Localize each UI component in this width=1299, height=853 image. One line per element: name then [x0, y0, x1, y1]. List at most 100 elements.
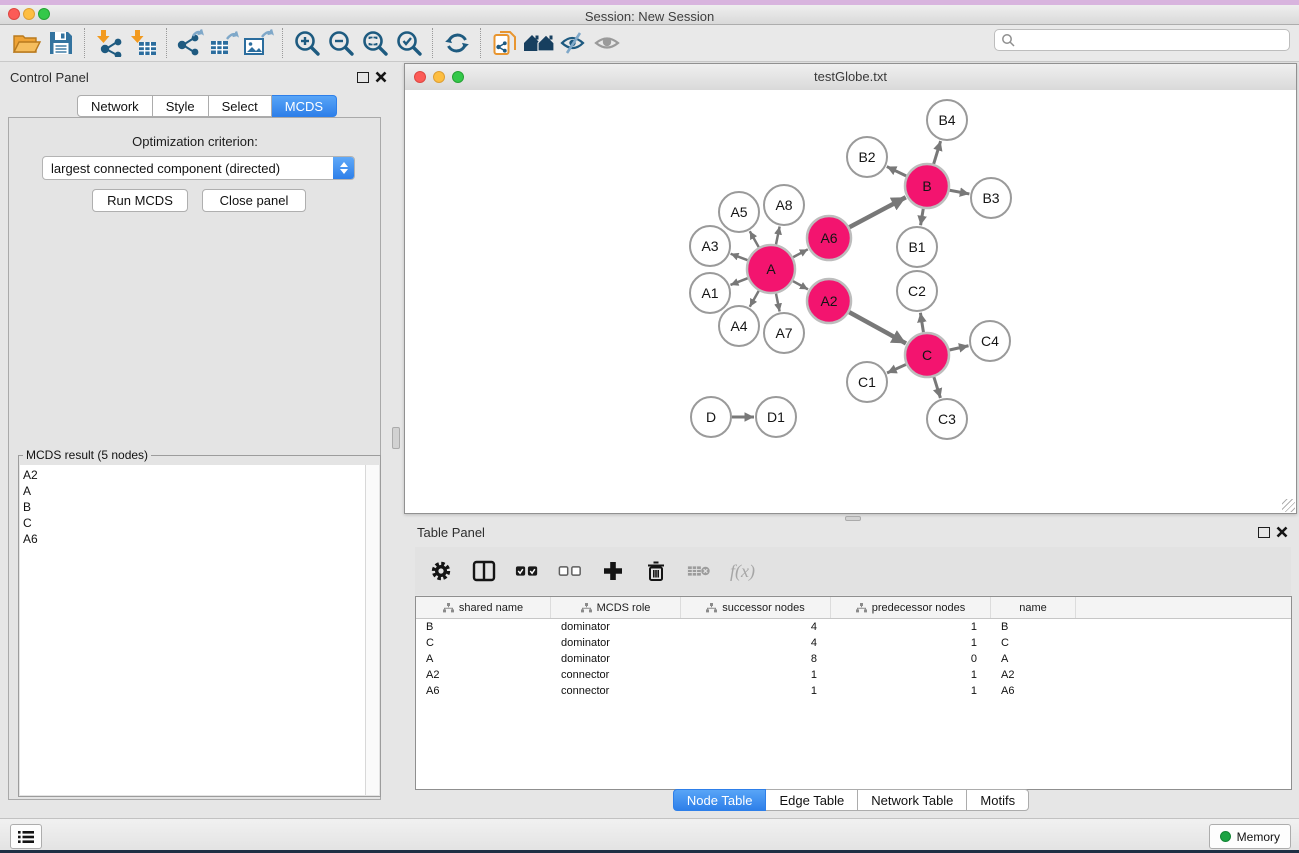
tab-network[interactable]: Network [77, 95, 153, 117]
tab-motifs[interactable]: Motifs [967, 789, 1029, 811]
export-network-button[interactable] [174, 27, 208, 59]
network-edge-A-A2[interactable] [793, 281, 808, 289]
table-cell[interactable]: 1 [831, 685, 991, 697]
table-cell[interactable]: A2 [991, 669, 1076, 681]
column-header-name[interactable]: name [991, 597, 1076, 618]
table-cell[interactable]: A6 [991, 685, 1076, 697]
table-row[interactable]: Bdominator41B [416, 619, 1291, 635]
column-header-shared-name[interactable]: shared name [416, 597, 551, 618]
create-column-button[interactable] [601, 559, 625, 583]
network-edge-A-A8[interactable] [776, 227, 780, 245]
network-edge-B-B3[interactable] [950, 190, 970, 194]
control-panel-close-button[interactable] [375, 71, 387, 83]
duplicate-network-button[interactable] [488, 27, 522, 59]
network-edge-A-A7[interactable] [776, 293, 780, 311]
search-input[interactable] [1015, 32, 1289, 48]
network-node-B[interactable]: B [905, 164, 949, 208]
function-builder-button[interactable]: f(x) [730, 561, 755, 582]
table-cell[interactable]: C [991, 637, 1076, 649]
mcds-result-list[interactable]: A2ABCA6 [20, 465, 366, 795]
delete-column-button[interactable] [644, 559, 668, 583]
mcds-result-item[interactable]: A6 [23, 531, 366, 547]
main-titlebar[interactable]: Session: New Session [0, 5, 1299, 25]
table-cell[interactable]: C [416, 637, 551, 649]
table-row[interactable]: Adominator80A [416, 651, 1291, 667]
select-all-columns-button[interactable] [515, 559, 539, 583]
table-panel-float-button[interactable] [1258, 527, 1270, 538]
table-cell[interactable]: connector [551, 669, 681, 681]
table-cell[interactable]: 1 [831, 669, 991, 681]
table-cell[interactable]: A6 [416, 685, 551, 697]
toggle-graphics-details-button[interactable] [556, 27, 590, 59]
network-edge-A6-B[interactable] [849, 197, 905, 227]
tab-select[interactable]: Select [209, 95, 272, 117]
table-cell[interactable]: 8 [681, 653, 831, 665]
table-cell[interactable]: A [991, 653, 1076, 665]
network-edge-A-A1[interactable] [730, 278, 747, 285]
criterion-dropdown[interactable]: largest connected component (directed) [42, 156, 355, 180]
tab-style[interactable]: Style [153, 95, 209, 117]
table-row[interactable]: A2connector11A2 [416, 667, 1291, 683]
node-table[interactable]: shared nameMCDS rolesuccessor nodesprede… [415, 596, 1292, 790]
export-table-button[interactable] [208, 27, 242, 59]
network-node-C3[interactable]: C3 [927, 399, 967, 439]
network-edge-B-B1[interactable] [921, 209, 924, 226]
zoom-selected-button[interactable] [392, 27, 426, 59]
network-edge-A-A5[interactable] [750, 231, 759, 247]
zoom-fit-button[interactable] [358, 27, 392, 59]
table-cell[interactable]: B [416, 621, 551, 633]
network-edge-A-A6[interactable] [793, 249, 808, 257]
column-header-predecessor-nodes[interactable]: predecessor nodes [831, 597, 991, 618]
table-panel-close-button[interactable] [1276, 526, 1288, 538]
network-edge-C-C2[interactable] [920, 313, 923, 333]
zoom-out-button[interactable] [324, 27, 358, 59]
network-node-A7[interactable]: A7 [764, 313, 804, 353]
save-session-button[interactable] [44, 27, 78, 59]
table-cell[interactable]: 4 [681, 621, 831, 633]
network-edge-C-C4[interactable] [949, 346, 968, 350]
tab-mcds[interactable]: MCDS [272, 95, 337, 117]
table-cell[interactable]: dominator [551, 653, 681, 665]
table-cell[interactable]: 1 [831, 637, 991, 649]
home-button[interactable] [522, 27, 556, 59]
network-node-A4[interactable]: A4 [719, 306, 759, 346]
search-field[interactable] [994, 29, 1290, 51]
network-node-B2[interactable]: B2 [847, 137, 887, 177]
table-row[interactable]: Cdominator41C [416, 635, 1291, 651]
network-node-A2[interactable]: A2 [807, 279, 851, 323]
network-node-D1[interactable]: D1 [756, 397, 796, 437]
network-node-C2[interactable]: C2 [897, 271, 937, 311]
vertical-splitter-handle[interactable] [392, 427, 400, 449]
control-panel-float-button[interactable] [357, 72, 369, 83]
table-cell[interactable]: A2 [416, 669, 551, 681]
unselect-all-columns-button[interactable] [558, 559, 582, 583]
network-node-A5[interactable]: A5 [719, 192, 759, 232]
table-cell[interactable]: dominator [551, 621, 681, 633]
tab-network-table[interactable]: Network Table [858, 789, 967, 811]
network-canvas[interactable]: B4B2BB3A5A8A6A3B1AA1C2A2A4A7C4CC1C3DD1 [405, 90, 1296, 513]
network-node-C4[interactable]: C4 [970, 321, 1010, 361]
table-cell[interactable]: B [991, 621, 1076, 633]
network-node-B1[interactable]: B1 [897, 227, 937, 267]
refresh-layout-button[interactable] [440, 27, 474, 59]
eye-button[interactable] [590, 27, 624, 59]
network-edge-A-A3[interactable] [731, 254, 748, 260]
mcds-result-item[interactable]: A2 [23, 467, 366, 483]
table-cell[interactable]: connector [551, 685, 681, 697]
column-header-successor-nodes[interactable]: successor nodes [681, 597, 831, 618]
network-edge-C-C1[interactable] [887, 364, 906, 373]
mcds-result-item[interactable]: B [23, 499, 366, 515]
network-edge-A2-C[interactable] [849, 312, 906, 343]
network-node-C1[interactable]: C1 [847, 362, 887, 402]
network-node-A1[interactable]: A1 [690, 273, 730, 313]
table-cell[interactable]: 1 [681, 669, 831, 681]
network-edge-B-B2[interactable] [887, 167, 906, 176]
table-row[interactable]: A6connector11A6 [416, 683, 1291, 699]
network-edge-C-C3[interactable] [934, 377, 941, 398]
zoom-in-button[interactable] [290, 27, 324, 59]
open-session-button[interactable] [10, 27, 44, 59]
column-header-mcds-role[interactable]: MCDS role [551, 597, 681, 618]
mcds-result-item[interactable]: A [23, 483, 366, 499]
mcds-result-scrollbar[interactable] [365, 465, 379, 795]
mcds-result-item[interactable]: C [23, 515, 366, 531]
